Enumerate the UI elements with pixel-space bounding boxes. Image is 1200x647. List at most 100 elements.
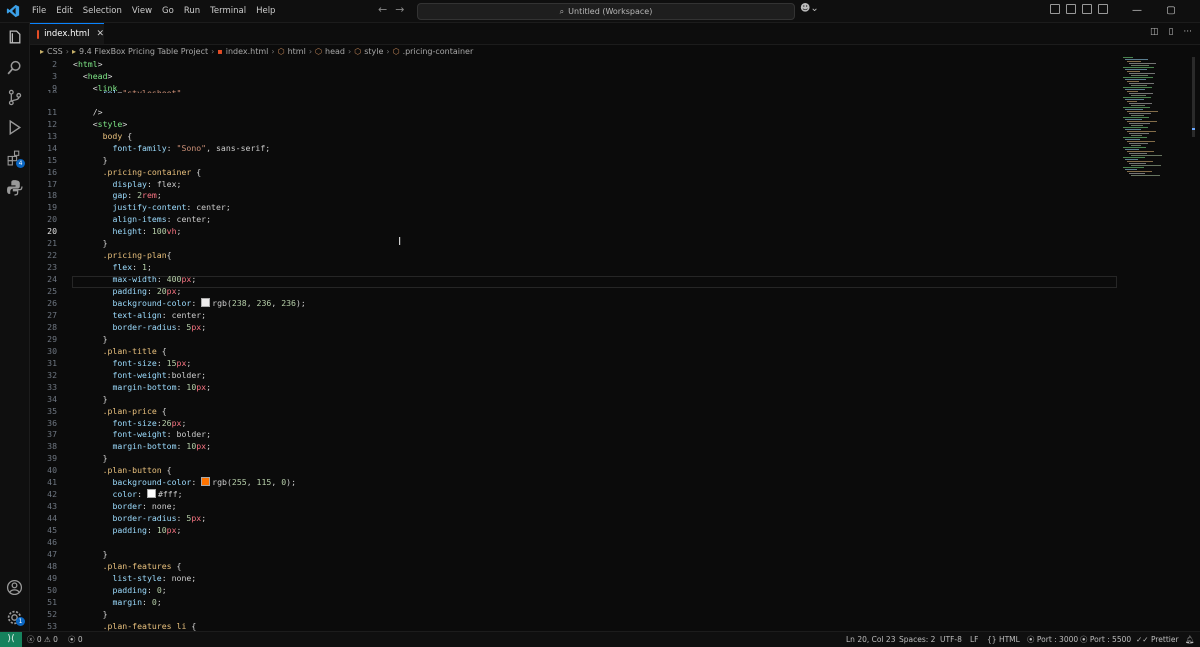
code-line[interactable]: 44 border-radius: 5px; [30, 512, 1120, 524]
command-center[interactable]: ⌕ Untitled (Workspace) [417, 3, 795, 20]
code-line[interactable]: 20 align-items: center; [30, 213, 1120, 225]
run-debug-icon[interactable] [6, 119, 23, 136]
toggle-secondary-sidebar-icon[interactable] [1098, 4, 1108, 14]
close-tab-icon[interactable]: ✕ [96, 29, 104, 39]
cursor-position[interactable]: Ln 20, Col 23 [846, 632, 895, 647]
breadcrumb-item[interactable]: 9.4 FlexBox Pricing Table Project [79, 47, 208, 56]
code-line[interactable]: 43 border: none; [30, 500, 1120, 512]
code-line[interactable]: 29 } [30, 333, 1120, 345]
menu-run[interactable]: Run [179, 0, 205, 22]
code-line[interactable]: 20 height: 100vh; [30, 225, 1120, 237]
breadcrumb-item[interactable]: head [325, 47, 345, 56]
menu-terminal[interactable]: Terminal [205, 0, 251, 22]
code-editor[interactable]: 2 <html> 3 <head> 9 <link 10 rel="stylesheet… [30, 57, 1120, 631]
color-swatch[interactable] [146, 489, 156, 499]
more-actions-icon[interactable]: ··· [1183, 27, 1192, 37]
code-line[interactable]: 2 <html> [30, 58, 1120, 70]
code-line[interactable]: 21 } [30, 237, 1120, 249]
breadcrumb-item[interactable]: CSS [47, 47, 63, 56]
code-line[interactable]: 39 } [30, 452, 1120, 464]
open-changes-icon[interactable]: ◫ [1150, 27, 1159, 37]
files-icon[interactable] [6, 29, 23, 46]
end-of-line[interactable]: LF [970, 632, 979, 647]
problems-indicator[interactable]: ⓧ 0 ⚠ 0 [27, 632, 58, 647]
menu-edit[interactable]: Edit [51, 0, 77, 22]
search-icon[interactable] [6, 59, 23, 76]
remote-indicator-icon[interactable]: ⟩⟨ [0, 632, 22, 647]
code-line[interactable]: 19 justify-content: center; [30, 201, 1120, 213]
menu-selection[interactable]: Selection [78, 0, 127, 22]
code-line[interactable]: 36 font-size:26px; [30, 417, 1120, 429]
code-line[interactable]: 11 /> [30, 106, 1120, 118]
toggle-primary-sidebar-icon[interactable] [1066, 4, 1076, 14]
language-mode[interactable]: {} HTML [987, 632, 1020, 647]
forward-arrow-icon[interactable]: → [395, 3, 404, 16]
minimap[interactable] [1121, 57, 1193, 187]
scrollbar[interactable] [1192, 57, 1195, 137]
color-swatch[interactable] [201, 477, 211, 487]
source-control-icon[interactable] [6, 89, 23, 106]
code-line[interactable]: 15 } [30, 154, 1120, 166]
code-line[interactable]: 24 max-width: 400px; [30, 273, 1120, 285]
code-line[interactable]: 48 .plan-features { [30, 560, 1120, 572]
copilot-icon[interactable]: ☻⌄ [800, 3, 819, 14]
back-arrow-icon[interactable]: ← [378, 3, 387, 16]
code-line[interactable]: 16 .pricing-container { [30, 166, 1120, 178]
tab-index-html[interactable]: index.html ✕ [30, 23, 104, 44]
code-line[interactable]: 45 padding: 10px; [30, 524, 1120, 536]
code-line[interactable]: 28 border-radius: 5px; [30, 321, 1120, 333]
code-line[interactable]: 40 .plan-button { [30, 464, 1120, 476]
code-line[interactable]: 52 } [30, 608, 1120, 620]
code-line[interactable]: 12 <style> [30, 118, 1120, 130]
code-line[interactable]: 35 .plan-price { [30, 405, 1120, 417]
encoding[interactable]: UTF-8 [940, 632, 962, 647]
indentation[interactable]: Spaces: 2 [899, 632, 935, 647]
code-line[interactable]: 13 body { [30, 130, 1120, 142]
menu-view[interactable]: View [127, 0, 157, 22]
code-line[interactable]: 27 text-align: center; [30, 309, 1120, 321]
prettier-status[interactable]: ✓✓ Prettier [1136, 632, 1179, 647]
code-line[interactable]: 33 margin-bottom: 10px; [30, 381, 1120, 393]
code-line[interactable]: 53 .plan-features li { [30, 620, 1120, 631]
code-line[interactable]: 25 padding: 20px; [30, 285, 1120, 297]
code-line[interactable]: 18 gap: 2rem; [30, 189, 1120, 201]
notifications-icon[interactable]: 🔔︎ [1185, 632, 1195, 647]
breadcrumb-item[interactable]: html [288, 47, 306, 56]
menu-file[interactable]: File [27, 0, 51, 22]
code-line[interactable]: 26 background-color: rgb(238, 236, 236); [30, 297, 1120, 309]
account-icon[interactable] [6, 579, 23, 596]
code-line[interactable]: 51 margin: 0; [30, 596, 1120, 608]
breadcrumb-item[interactable]: index.html [226, 47, 269, 56]
code-line[interactable]: 47 } [30, 548, 1120, 560]
code-line[interactable]: 42 color: #fff; [30, 488, 1120, 500]
code-line[interactable]: 31 font-size: 15px; [30, 357, 1120, 369]
code-line[interactable]: 49 list-style: none; [30, 572, 1120, 584]
minimize-icon[interactable]: — [1120, 0, 1154, 22]
menu-go[interactable]: Go [157, 0, 179, 22]
code-line[interactable]: 50 padding: 0; [30, 584, 1120, 596]
code-line[interactable]: 14 font-family: "Sono", sans-serif; [30, 142, 1120, 154]
breadcrumb-item[interactable]: .pricing-container [403, 47, 474, 56]
code-line[interactable]: 23 flex: 1; [30, 261, 1120, 273]
close-window-icon[interactable]: ✕ [1188, 0, 1200, 22]
code-line[interactable]: 46 [30, 536, 1120, 548]
code-line[interactable]: 22 .pricing-plan{ [30, 249, 1120, 261]
customize-layout-icon[interactable] [1050, 4, 1060, 14]
maximize-icon[interactable]: ▢ [1154, 0, 1188, 22]
code-line[interactable]: 38 margin-bottom: 10px; [30, 440, 1120, 452]
code-line[interactable]: 32 font-weight:bolder; [30, 369, 1120, 381]
toggle-panel-icon[interactable] [1082, 4, 1092, 14]
code-line[interactable]: 34 } [30, 393, 1120, 405]
live-server-port[interactable]: ⦿ Port : 3000 [1027, 632, 1078, 647]
code-line[interactable]: 17 display: flex; [30, 178, 1120, 190]
menu-help[interactable]: Help [251, 0, 280, 22]
color-swatch[interactable] [201, 298, 211, 307]
code-line[interactable]: 30 .plan-title { [30, 345, 1120, 357]
code-line[interactable]: 3 <head> [30, 70, 1120, 82]
code-line[interactable]: 37 font-weight: bolder; [30, 428, 1120, 440]
python-icon[interactable] [6, 179, 23, 196]
code-line[interactable]: 41 background-color: rgb(255, 115, 0); [30, 476, 1120, 488]
split-editor-icon[interactable]: ▯ [1168, 27, 1173, 37]
breadcrumb-item[interactable]: style [364, 47, 383, 56]
live-server-port-2[interactable]: ⦿ Port : 5500 [1080, 632, 1131, 647]
